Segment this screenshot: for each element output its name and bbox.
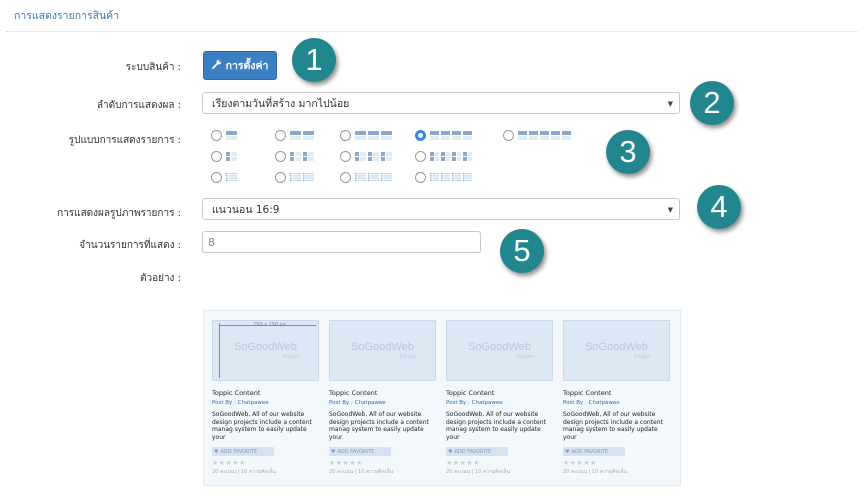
image-placeholder: SoGoodWeb Picture xyxy=(329,320,436,381)
settings-button[interactable]: การตั้งค่า xyxy=(203,51,277,80)
badge-2: 2 xyxy=(690,81,734,125)
layout-3-col-thumb-icon xyxy=(355,152,392,161)
badge-3: 3 xyxy=(606,130,650,174)
card-title: Toppic Content xyxy=(563,389,612,397)
layout-radio-5-grid[interactable] xyxy=(503,130,514,141)
layout-1-col-list-icon xyxy=(226,173,237,182)
watermark: SoGoodWeb xyxy=(234,341,297,353)
badge-1: 1 xyxy=(292,38,336,82)
layout-radio-3-thumb[interactable] xyxy=(340,151,351,162)
watermark: SoGoodWeb xyxy=(468,341,531,353)
layout-radio-1-list[interactable] xyxy=(211,172,222,183)
card-description: SoGoodWeb, All of our website design pro… xyxy=(212,411,312,441)
layout-1-col-grid-icon xyxy=(226,131,237,140)
preview-card: SoGoodWeb Picture Toppic Content Post By… xyxy=(329,320,436,476)
layout-5-col-grid-icon xyxy=(518,131,571,140)
preview-card: SoGoodWeb Picture Toppic Content Post By… xyxy=(446,320,553,476)
heart-icon: ♥ xyxy=(448,448,453,455)
sort-label: ลำดับการแสดงผล : xyxy=(96,100,181,111)
heart-icon: ♥ xyxy=(565,448,570,455)
card-title: Toppic Content xyxy=(446,389,495,397)
watermark-sub: Picture xyxy=(282,354,300,360)
layout-label: รูปแบบการแสดงรายการ : xyxy=(68,135,181,146)
watermark: SoGoodWeb xyxy=(585,341,648,353)
rating-stars: ★★★★★ xyxy=(563,459,597,467)
card-meta: 20 คะแนน | 10 ความคิดเห็น xyxy=(212,469,277,475)
card-author: Post By : Chatpawee xyxy=(329,400,386,406)
layout-radio-4-list[interactable] xyxy=(415,172,426,183)
add-favorite-button[interactable]: ♥ ADD FAVORITE xyxy=(563,447,625,456)
preview-label: ตัวอย่าง : xyxy=(139,273,181,284)
wrench-icon xyxy=(211,59,222,72)
layout-radio-1-grid[interactable] xyxy=(211,130,222,141)
card-meta: 20 คะแนน | 10 ความคิดเห็น xyxy=(329,469,394,475)
layout-radio-2-thumb[interactable] xyxy=(275,151,286,162)
image-placeholder: 250 x 150 px SoGoodWeb Picture xyxy=(212,320,319,381)
card-author: Post By : Chatpawee xyxy=(446,400,503,406)
badge-5: 5 xyxy=(500,229,544,273)
card-description: SoGoodWeb, All of our website design pro… xyxy=(563,411,663,441)
system-label: ระบบสินค้า : xyxy=(125,62,181,73)
watermark-sub: Picture xyxy=(516,354,534,360)
image-placeholder: SoGoodWeb Picture xyxy=(563,320,670,381)
count-input[interactable]: 8 xyxy=(202,231,481,253)
rating-stars: ★★★★★ xyxy=(212,459,246,467)
layout-4-col-list-icon xyxy=(430,173,472,182)
preview-card: SoGoodWeb Picture Toppic Content Post By… xyxy=(563,320,670,476)
layout-radio-1-thumb[interactable] xyxy=(211,151,222,162)
layout-3-col-list-icon xyxy=(355,173,392,182)
add-favorite-button[interactable]: ♥ ADD FAVORITE xyxy=(329,447,391,456)
image-label: การแสดงผลรูปภาพรายการ : xyxy=(57,208,181,219)
card-title: Toppic Content xyxy=(212,389,261,397)
add-favorite-button[interactable]: ♥ ADD FAVORITE xyxy=(446,447,508,456)
chevron-down-icon: ▼ xyxy=(667,100,673,108)
settings-button-label: การตั้งค่า xyxy=(225,60,269,72)
rating-stars: ★★★★★ xyxy=(446,459,480,467)
title-divider xyxy=(6,31,858,32)
watermark-sub: Picture xyxy=(633,354,651,360)
card-description: SoGoodWeb, All of our website design pro… xyxy=(446,411,546,441)
add-favorite-button[interactable]: ♥ ADD FAVORITE xyxy=(212,447,274,456)
card-author: Post By : Chatpawee xyxy=(563,400,620,406)
layout-4-col-thumb-icon xyxy=(430,152,472,161)
image-placeholder: SoGoodWeb Picture xyxy=(446,320,553,381)
layout-radio-4-thumb[interactable] xyxy=(415,151,426,162)
heart-icon: ♥ xyxy=(214,448,219,455)
layout-2-col-grid-icon xyxy=(290,131,314,140)
preview-card: 250 x 150 px SoGoodWeb Picture Toppic Co… xyxy=(212,320,319,476)
sort-select[interactable]: เรียงตามวันที่สร้าง มากไปน้อย ▼ xyxy=(202,92,680,114)
dimension-label: 250 x 150 px xyxy=(253,322,286,328)
card-title: Toppic Content xyxy=(329,389,378,397)
layout-3-col-grid-icon xyxy=(355,131,392,140)
badge-4: 4 xyxy=(697,185,741,229)
heart-icon: ♥ xyxy=(331,448,336,455)
watermark: SoGoodWeb xyxy=(351,341,414,353)
layout-4-col-grid-icon xyxy=(430,131,472,140)
rating-stars: ★★★★★ xyxy=(329,459,363,467)
preview-panel: 250 x 150 px SoGoodWeb Picture Toppic Co… xyxy=(203,310,681,486)
layout-radio-3-list[interactable] xyxy=(340,172,351,183)
card-meta: 20 คะแนน | 10 ความคิดเห็น xyxy=(446,469,511,475)
layout-radio-2-list[interactable] xyxy=(275,172,286,183)
image-ratio-value: แนวนอน 16:9 xyxy=(212,203,280,216)
layout-radio-4-grid[interactable] xyxy=(415,130,426,141)
count-label: จำนวนรายการที่แสดง : xyxy=(79,240,181,251)
card-author: Post By : Chatpawee xyxy=(212,400,269,406)
sort-select-value: เรียงตามวันที่สร้าง มากไปน้อย xyxy=(212,97,350,110)
image-ratio-select[interactable]: แนวนอน 16:9 ▼ xyxy=(202,198,680,220)
layout-2-col-thumb-icon xyxy=(290,152,314,161)
layout-1-col-thumb-icon xyxy=(226,152,237,161)
layout-2-col-list-icon xyxy=(290,173,314,182)
layout-radio-3-grid[interactable] xyxy=(340,130,351,141)
page-title: การแสดงรายการสินค้า xyxy=(14,10,120,22)
card-meta: 20 คะแนน | 10 ความคิดเห็น xyxy=(563,469,628,475)
layout-radio-2-grid[interactable] xyxy=(275,130,286,141)
watermark-sub: Picture xyxy=(399,354,417,360)
card-description: SoGoodWeb, All of our website design pro… xyxy=(329,411,429,441)
chevron-down-icon: ▼ xyxy=(667,206,673,214)
